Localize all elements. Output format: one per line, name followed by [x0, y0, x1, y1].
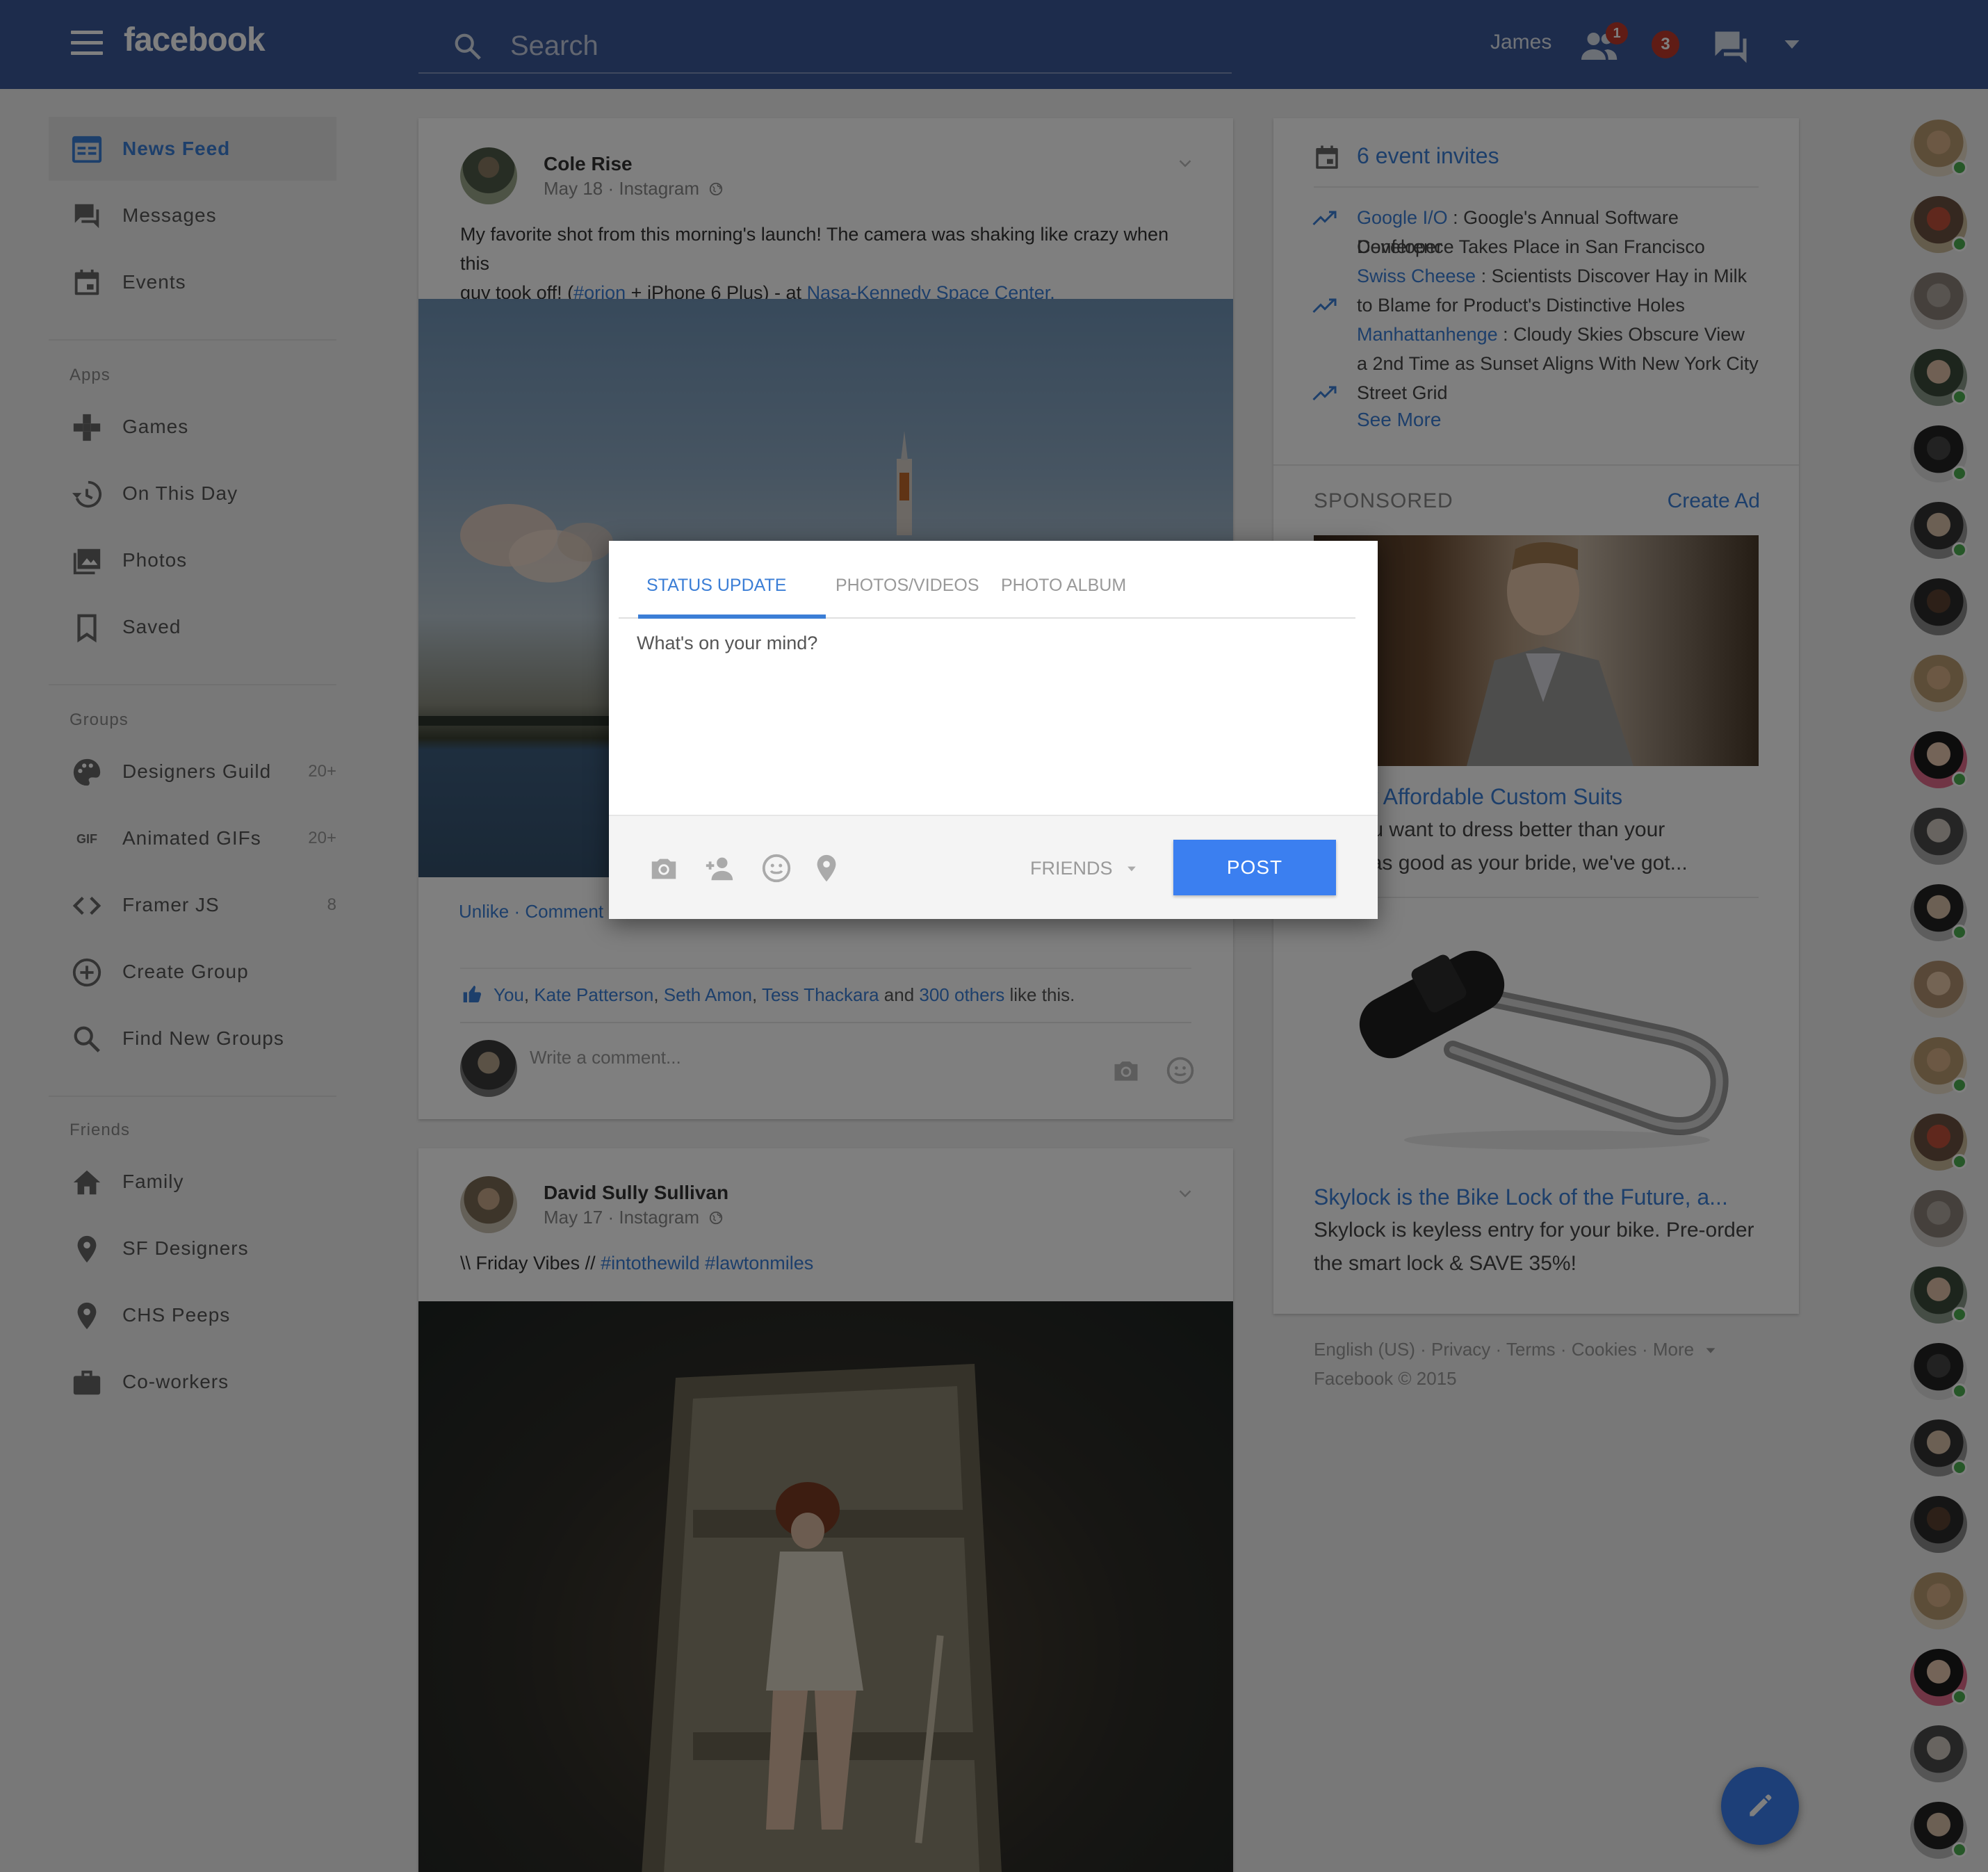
status-input[interactable]	[637, 633, 1346, 786]
status-update-dialog: STATUS UPDATE PHOTOS/VIDEOS PHOTO ALBUM …	[609, 541, 1378, 919]
post-button[interactable]: POST	[1173, 840, 1336, 895]
tag-friends-icon[interactable]	[703, 852, 735, 884]
modal-backdrop[interactable]	[0, 0, 1988, 1872]
tab-status-update[interactable]: STATUS UPDATE	[646, 576, 786, 596]
tab-photos-videos[interactable]: PHOTOS/VIDEOS	[836, 576, 979, 596]
emoji-icon[interactable]	[760, 852, 792, 884]
audience-selector[interactable]: FRIENDS	[1030, 858, 1139, 879]
active-tab-indicator	[638, 614, 826, 619]
audience-label: FRIENDS	[1030, 858, 1113, 879]
composer-footer: FRIENDS POST	[609, 815, 1378, 919]
location-pin-icon[interactable]	[810, 852, 842, 884]
camera-icon[interactable]	[648, 852, 680, 884]
tab-photo-album[interactable]: PHOTO ALBUM	[1001, 576, 1126, 596]
composer-tabs: STATUS UPDATE PHOTOS/VIDEOS PHOTO ALBUM	[619, 569, 1355, 619]
dropdown-arrow-icon	[1127, 866, 1136, 872]
